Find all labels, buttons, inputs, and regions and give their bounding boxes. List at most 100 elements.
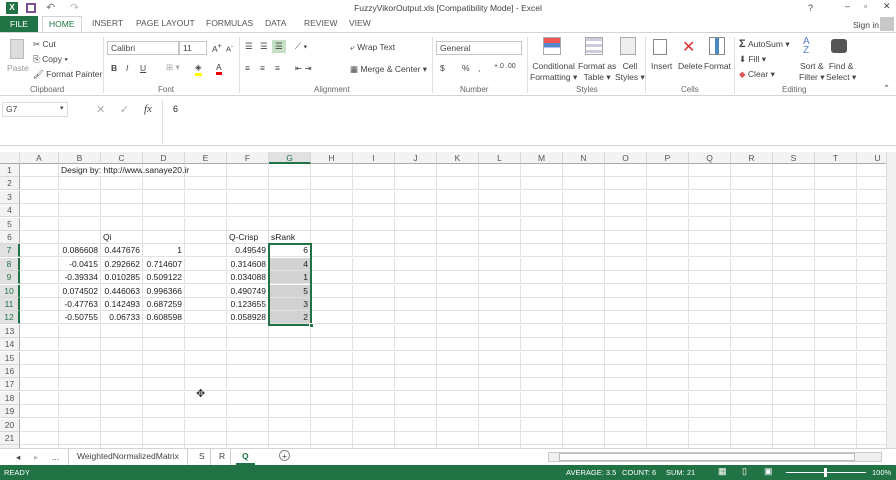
cell-n1[interactable] (563, 164, 605, 177)
cell-r10[interactable] (731, 284, 773, 298)
cell-i8[interactable] (353, 257, 395, 271)
normal-view-button[interactable]: ▦ (718, 466, 727, 477)
cell-t10[interactable] (815, 284, 857, 298)
cell-k15[interactable] (437, 351, 479, 365)
cell-q7[interactable] (689, 244, 731, 258)
cell-l3[interactable] (479, 190, 521, 204)
cell-d19[interactable] (143, 405, 185, 419)
column-header-k[interactable]: K (437, 152, 479, 164)
cell-d13[interactable] (143, 324, 185, 338)
column-header-r[interactable]: R (731, 152, 773, 164)
cell-b13[interactable] (59, 324, 101, 338)
cell-b11[interactable]: -0.47763 (59, 298, 101, 311)
cell-p5[interactable] (647, 217, 689, 231)
cell-l12[interactable] (479, 311, 521, 325)
cell-l2[interactable] (479, 177, 521, 191)
cell-a1[interactable] (20, 164, 59, 177)
cell-r7[interactable] (731, 244, 773, 258)
cell-j21[interactable] (395, 432, 437, 445)
cell-j14[interactable] (395, 338, 437, 352)
cell-g20[interactable] (269, 418, 311, 432)
cell-d15[interactable] (143, 351, 185, 365)
cell-b19[interactable] (59, 405, 101, 419)
row-header-20[interactable]: 20 (0, 418, 20, 432)
cell-h12[interactable] (311, 311, 353, 325)
cell-n13[interactable] (563, 324, 605, 338)
insert-cells-button[interactable]: Insert (651, 61, 672, 71)
cell-g15[interactable] (269, 351, 311, 365)
cell-d8[interactable]: 0.714607 (143, 257, 185, 271)
cell-f15[interactable] (227, 351, 269, 365)
cell-m7[interactable] (521, 244, 563, 258)
zoom-slider[interactable] (786, 468, 866, 477)
cell-q19[interactable] (689, 405, 731, 419)
cell-c21[interactable] (101, 432, 143, 445)
cell-m13[interactable] (521, 324, 563, 338)
cell-a3[interactable] (20, 190, 59, 204)
italic-button[interactable]: I (126, 63, 128, 73)
cell-u11[interactable] (857, 298, 886, 311)
restore-button[interactable]: ▫ (864, 1, 867, 11)
cell-j1[interactable] (395, 164, 437, 177)
cell-m8[interactable] (521, 257, 563, 271)
cell-c20[interactable] (101, 418, 143, 432)
conditional-formatting-button[interactable]: Conditional Formatting ▾ (530, 61, 577, 83)
grow-font-button[interactable]: A+ (212, 42, 222, 54)
cell-n20[interactable] (563, 418, 605, 432)
cell-l17[interactable] (479, 378, 521, 392)
cell-g10[interactable]: 5 (269, 284, 311, 298)
cell-f7[interactable]: 0.49549 (227, 244, 269, 258)
underline-button[interactable]: U (140, 63, 146, 73)
cell-f17[interactable] (227, 378, 269, 392)
cell-f11[interactable]: 0.123655 (227, 298, 269, 311)
zoom-level[interactable]: 100% (872, 468, 891, 477)
cell-n21[interactable] (563, 432, 605, 445)
cell-b6[interactable] (59, 231, 101, 244)
cell-m14[interactable] (521, 338, 563, 352)
column-header-t[interactable]: T (815, 152, 857, 164)
cell-j20[interactable] (395, 418, 437, 432)
cell-h16[interactable] (311, 365, 353, 378)
cell-a17[interactable] (20, 378, 59, 392)
cell-d16[interactable] (143, 365, 185, 378)
cell-u2[interactable] (857, 177, 886, 191)
cell-n3[interactable] (563, 190, 605, 204)
decimal-buttons[interactable]: +.0 .00 (494, 63, 516, 70)
cell-d18[interactable] (143, 391, 185, 405)
cell-k2[interactable] (437, 177, 479, 191)
top-align-button[interactable]: ☰ (245, 41, 253, 52)
row-header-18[interactable]: 18 (0, 391, 20, 405)
tab-insert[interactable]: INSERT (92, 18, 123, 28)
cell-e15[interactable] (185, 351, 227, 365)
cell-s1[interactable] (773, 164, 815, 177)
cell-s20[interactable] (773, 418, 815, 432)
cell-q20[interactable] (689, 418, 731, 432)
cell-a16[interactable] (20, 365, 59, 378)
cell-s3[interactable] (773, 190, 815, 204)
cell-c10[interactable]: 0.446063 (101, 284, 143, 298)
cell-r3[interactable] (731, 190, 773, 204)
cell-f5[interactable] (227, 217, 269, 231)
cell-g7[interactable]: 6 (269, 244, 311, 258)
format-cells-button[interactable]: Format (704, 61, 731, 71)
cell-e20[interactable] (185, 418, 227, 432)
cell-a21[interactable] (20, 432, 59, 445)
cell-c5[interactable] (101, 217, 143, 231)
cell-k12[interactable] (437, 311, 479, 325)
column-header-n[interactable]: N (563, 152, 605, 164)
cell-t3[interactable] (815, 190, 857, 204)
column-header-q[interactable]: Q (689, 152, 731, 164)
cell-d14[interactable] (143, 338, 185, 352)
page-break-view-button[interactable]: ▣ (764, 466, 773, 477)
cell-s19[interactable] (773, 405, 815, 419)
cell-a10[interactable] (20, 284, 59, 298)
cell-n19[interactable] (563, 405, 605, 419)
scroll-sheets-right[interactable]: ▸ (34, 452, 38, 463)
font-name-select[interactable]: Calibri (107, 41, 179, 55)
cell-c4[interactable] (101, 204, 143, 218)
cell-u6[interactable] (857, 231, 886, 244)
add-sheet-button[interactable]: + (279, 450, 290, 461)
cell-k6[interactable] (437, 231, 479, 244)
cell-a11[interactable] (20, 298, 59, 311)
cell-e17[interactable] (185, 378, 227, 392)
